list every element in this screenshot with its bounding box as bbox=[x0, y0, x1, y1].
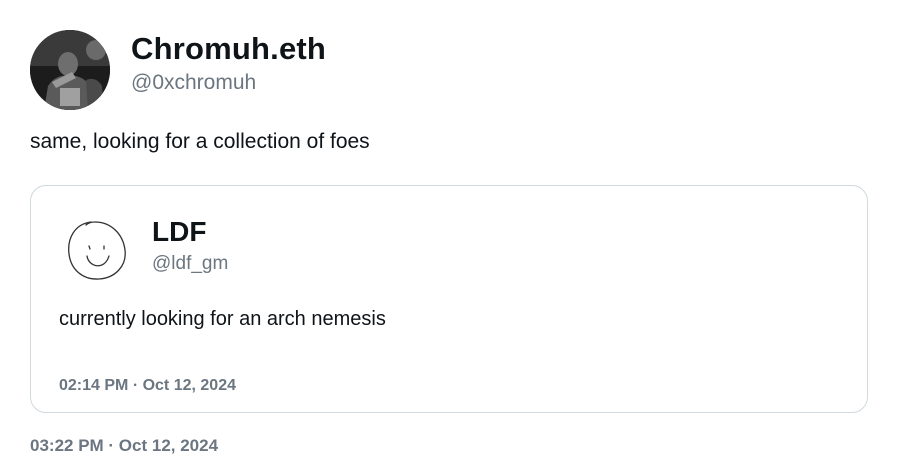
tweet-timestamp[interactable]: 03:22 PM · Oct 12, 2024 bbox=[30, 436, 218, 456]
smiley-face-doodle-icon bbox=[68, 221, 126, 280]
author-display-name[interactable]: Chromuh.eth bbox=[131, 31, 326, 67]
quoted-tweet-card[interactable]: LDF @ldf_gm currently looking for an arc… bbox=[30, 185, 868, 413]
author-avatar[interactable] bbox=[30, 30, 110, 110]
quoted-author-handle[interactable]: @ldf_gm bbox=[152, 253, 228, 275]
tweet-text: same, looking for a collection of foes bbox=[30, 130, 370, 153]
quoted-author-display-name[interactable]: LDF bbox=[152, 216, 206, 248]
quoted-tweet-text: currently looking for an arch nemesis bbox=[59, 308, 386, 330]
profile-photo-icon bbox=[30, 30, 110, 110]
quoted-author-avatar[interactable] bbox=[61, 216, 131, 286]
quoted-tweet-timestamp[interactable]: 02:14 PM · Oct 12, 2024 bbox=[59, 377, 236, 395]
author-handle[interactable]: @0xchromuh bbox=[131, 71, 256, 95]
